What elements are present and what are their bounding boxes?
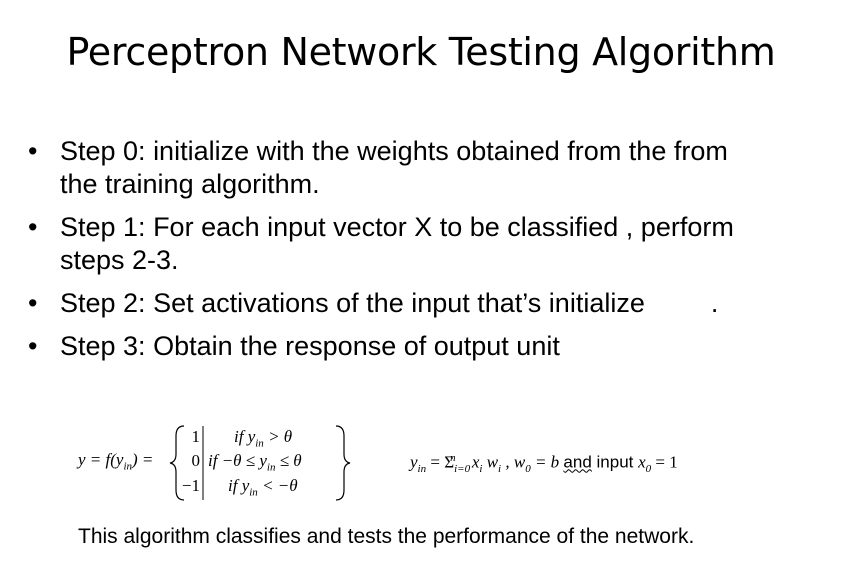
case-condition: if −θ ≤ yin ≤ θ bbox=[208, 451, 302, 474]
bullet-step-0: • Step 0: initialize with the weights ob… bbox=[24, 135, 824, 201]
case-value: 1 bbox=[191, 427, 201, 446]
slide: Perceptron Network Testing Algorithm • S… bbox=[0, 0, 842, 584]
bullet-step-3: • Step 3: Obtain the response of output … bbox=[24, 330, 824, 363]
bullet-line: Step 2: Set activations of the input tha… bbox=[60, 288, 645, 318]
net-input-formula: yin = Σi=0n xi wi , w0 = b and input x0 … bbox=[410, 418, 830, 508]
bullet-dot-icon: • bbox=[28, 136, 38, 166]
bullet-list: • Step 0: initialize with the weights ob… bbox=[24, 135, 824, 373]
case-value: 0 bbox=[191, 451, 201, 470]
bullet-dot-icon: • bbox=[28, 331, 38, 361]
case-value: −1 bbox=[181, 476, 200, 495]
case-condition: if yin < −θ bbox=[228, 476, 298, 499]
bullet-line: the training algorithm. bbox=[60, 169, 320, 199]
case-condition: if yin > θ bbox=[234, 427, 293, 450]
bullet-trailing-period: . bbox=[710, 288, 719, 318]
net-input-equation: yin = Σi=0n xi wi , w0 = b and input x0 … bbox=[410, 452, 678, 476]
bullet-step-2: • Step 2: Set activations of the input t… bbox=[24, 287, 824, 320]
bullet-dot-icon: • bbox=[28, 288, 38, 318]
bullet-line: Step 3: Obtain the response of output un… bbox=[60, 331, 560, 361]
slide-title: Perceptron Network Testing Algorithm bbox=[66, 30, 776, 74]
bullet-line: steps 2-3. bbox=[60, 245, 179, 275]
bullet-line: Step 1: For each input vector X to be cl… bbox=[60, 212, 734, 242]
bullet-dot-icon: • bbox=[28, 212, 38, 242]
activation-function-formula: y = f(yin) = 1 if yin > θ 0 if −θ ≤ yin … bbox=[78, 418, 358, 508]
caption-text: This algorithm classifies and tests the … bbox=[78, 525, 695, 548]
bullet-line: Step 0: initialize with the weights obta… bbox=[60, 136, 728, 166]
bullet-step-1: • Step 1: For each input vector X to be … bbox=[24, 211, 824, 277]
